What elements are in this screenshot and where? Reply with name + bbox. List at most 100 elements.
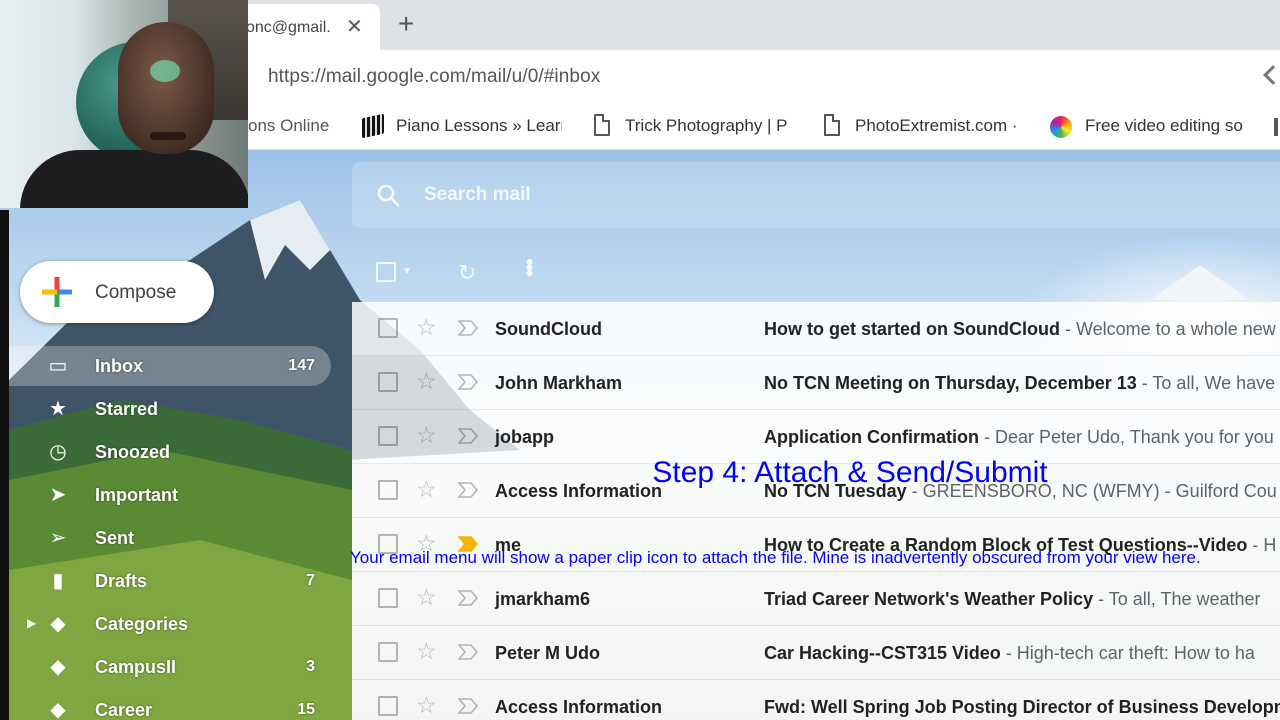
nav-count: 7 <box>306 572 315 589</box>
chevron-down-icon[interactable]: ▼ <box>402 266 412 277</box>
label-icon: ◆ <box>50 699 66 720</box>
email-subject: How to get started on SoundCloud - Welco… <box>764 319 1276 339</box>
colorful-app-icon <box>1050 116 1072 138</box>
bookmark-item[interactable]: ons Online <box>248 116 332 136</box>
table-row[interactable]: ☆ Access Information Fwd: Well Spring Jo… <box>352 680 1280 720</box>
email-sender: SoundCloud <box>495 319 602 339</box>
email-subject: No TCN Meeting on Thursday, December 13 … <box>764 373 1276 393</box>
email-snippet: - Welcome to a whole new <box>1059 319 1276 339</box>
send-icon: ➢ <box>49 527 67 549</box>
webcam-video-overlay <box>0 0 248 208</box>
email-sender: John Markham <box>495 373 623 393</box>
page-icon <box>594 114 610 136</box>
webcam-presenter-mouth <box>150 132 186 140</box>
email-sender: jobapp <box>495 427 554 447</box>
table-row[interactable]: ☆ John Markham No TCN Meeting on Thursda… <box>352 356 1280 410</box>
bookmarks-overflow-icon[interactable] <box>1274 118 1278 136</box>
nav-label: Inbox <box>95 356 143 376</box>
inbox-icon: ▭ <box>48 355 68 377</box>
nav-count: 3 <box>306 658 315 675</box>
extension-icon[interactable] <box>1263 65 1280 85</box>
important-marker-icon[interactable] <box>458 374 478 390</box>
important-marker-icon[interactable] <box>458 590 478 606</box>
row-checkbox[interactable] <box>378 426 398 446</box>
email-sender: Peter M Udo <box>495 643 601 663</box>
email-subject: Application Confirmation - Dear Peter Ud… <box>764 427 1274 447</box>
nav-item-starred[interactable]: ★ Starred <box>9 389 331 429</box>
label-icon: ◆ <box>50 656 66 678</box>
table-row[interactable]: ☆ jmarkham6 Triad Career Network's Weath… <box>352 572 1280 626</box>
bookmark-item[interactable]: Piano Lessons » Learr <box>396 116 562 136</box>
important-marker-icon[interactable] <box>458 698 478 714</box>
nav-count: 15 <box>297 701 315 718</box>
nav-label: Career <box>95 700 153 720</box>
star-icon: ★ <box>49 398 67 420</box>
star-icon[interactable]: ☆ <box>416 422 437 449</box>
address-bar[interactable]: https://mail.google.com/mail/u/0/#inbox <box>268 66 600 88</box>
tab-title: onc@gmail. <box>246 19 331 36</box>
gmail-page: Search mail ▼ ↻ ••• Compose ▭ Inbox 147 … <box>0 150 1280 720</box>
draft-icon: ▮ <box>52 570 64 592</box>
piano-icon <box>362 113 384 139</box>
row-checkbox[interactable] <box>378 588 398 608</box>
bookmark-item[interactable]: Free video editing so <box>1085 116 1251 136</box>
star-icon[interactable]: ☆ <box>416 638 437 665</box>
refresh-icon[interactable]: ↻ <box>458 260 476 286</box>
plus-icon <box>42 277 72 307</box>
compose-button[interactable]: Compose <box>20 261 214 323</box>
email-sender: jmarkham6 <box>495 589 591 609</box>
email-subject: Triad Career Network's Weather Policy - … <box>764 589 1261 609</box>
table-row[interactable]: ☆ SoundCloud How to get started on Sound… <box>352 302 1280 356</box>
email-subject: Car Hacking--CST315 Video - High-tech ca… <box>764 643 1255 663</box>
tutorial-step-note: Your email menu will show a paper clip i… <box>350 548 1201 567</box>
page-icon <box>824 114 840 136</box>
webcam-presenter-body <box>20 150 248 208</box>
nav-label: Drafts <box>95 571 148 591</box>
email-snippet: - High-tech car theft: How to ha <box>1000 643 1255 663</box>
star-icon[interactable]: ☆ <box>416 368 437 395</box>
caret-right-icon[interactable]: ▶ <box>27 616 36 630</box>
search-input[interactable]: Search mail <box>424 184 531 206</box>
compose-label: Compose <box>95 282 177 303</box>
email-snippet: - H <box>1247 535 1277 555</box>
search-bar[interactable]: Search mail <box>352 162 1280 228</box>
row-checkbox[interactable] <box>378 642 398 662</box>
webcam-glare <box>150 60 180 82</box>
tutorial-step-title: Step 4: Attach & Send/Submit <box>652 456 1048 489</box>
label-icon: ◆ <box>50 613 66 635</box>
select-all-checkbox[interactable] <box>376 262 396 282</box>
email-snippet: - To all, The weather <box>1093 589 1261 609</box>
nav-label: Starred <box>95 399 159 419</box>
row-checkbox[interactable] <box>378 696 398 716</box>
email-snippet: - To all, We have <box>1136 373 1276 393</box>
nav-item-categories[interactable]: ▶ ◆ Categories <box>9 604 331 644</box>
new-tab-button[interactable]: + <box>398 8 414 40</box>
star-icon[interactable]: ☆ <box>416 692 437 719</box>
email-subject: Fwd: Well Spring Job Posting Director of… <box>764 697 1280 717</box>
table-row[interactable]: ☆ Peter M Udo Car Hacking--CST315 Video … <box>352 626 1280 680</box>
bookmark-item[interactable]: Trick Photography | P <box>625 116 791 136</box>
close-tab-icon[interactable]: ✕ <box>346 14 363 39</box>
nav-item-sent[interactable]: ➢ Sent <box>9 518 331 558</box>
star-icon[interactable]: ☆ <box>416 314 437 341</box>
nav-label: Sent <box>95 528 135 548</box>
star-icon[interactable]: ☆ <box>416 584 437 611</box>
bookmark-item[interactable]: PhotoExtremist.com · <box>855 116 1017 136</box>
row-checkbox[interactable] <box>378 372 398 392</box>
nav-item-inbox[interactable]: ▭ Inbox 147 <box>9 346 331 386</box>
important-marker-icon[interactable] <box>458 644 478 660</box>
nav-item-drafts[interactable]: ▮ Drafts 7 <box>9 561 331 601</box>
more-options-icon[interactable]: ••• <box>516 258 542 275</box>
search-icon[interactable] <box>376 183 400 207</box>
email-sender: Access Information <box>495 697 663 717</box>
nav-item-campusii[interactable]: ◆ CampusII 3 <box>9 647 331 687</box>
nav-count: 147 <box>288 357 315 374</box>
nav-label: CampusII <box>95 657 177 677</box>
email-list: ☆ SoundCloud How to get started on Sound… <box>352 302 1280 720</box>
nav-label: Categories <box>95 614 189 634</box>
important-marker-icon[interactable] <box>458 320 478 336</box>
important-marker-icon[interactable] <box>458 428 478 444</box>
email-snippet: - Dear Peter Udo, Thank you for you <box>979 427 1274 447</box>
nav-item-career[interactable]: ◆ Career 15 <box>9 690 331 720</box>
row-checkbox[interactable] <box>378 318 398 338</box>
